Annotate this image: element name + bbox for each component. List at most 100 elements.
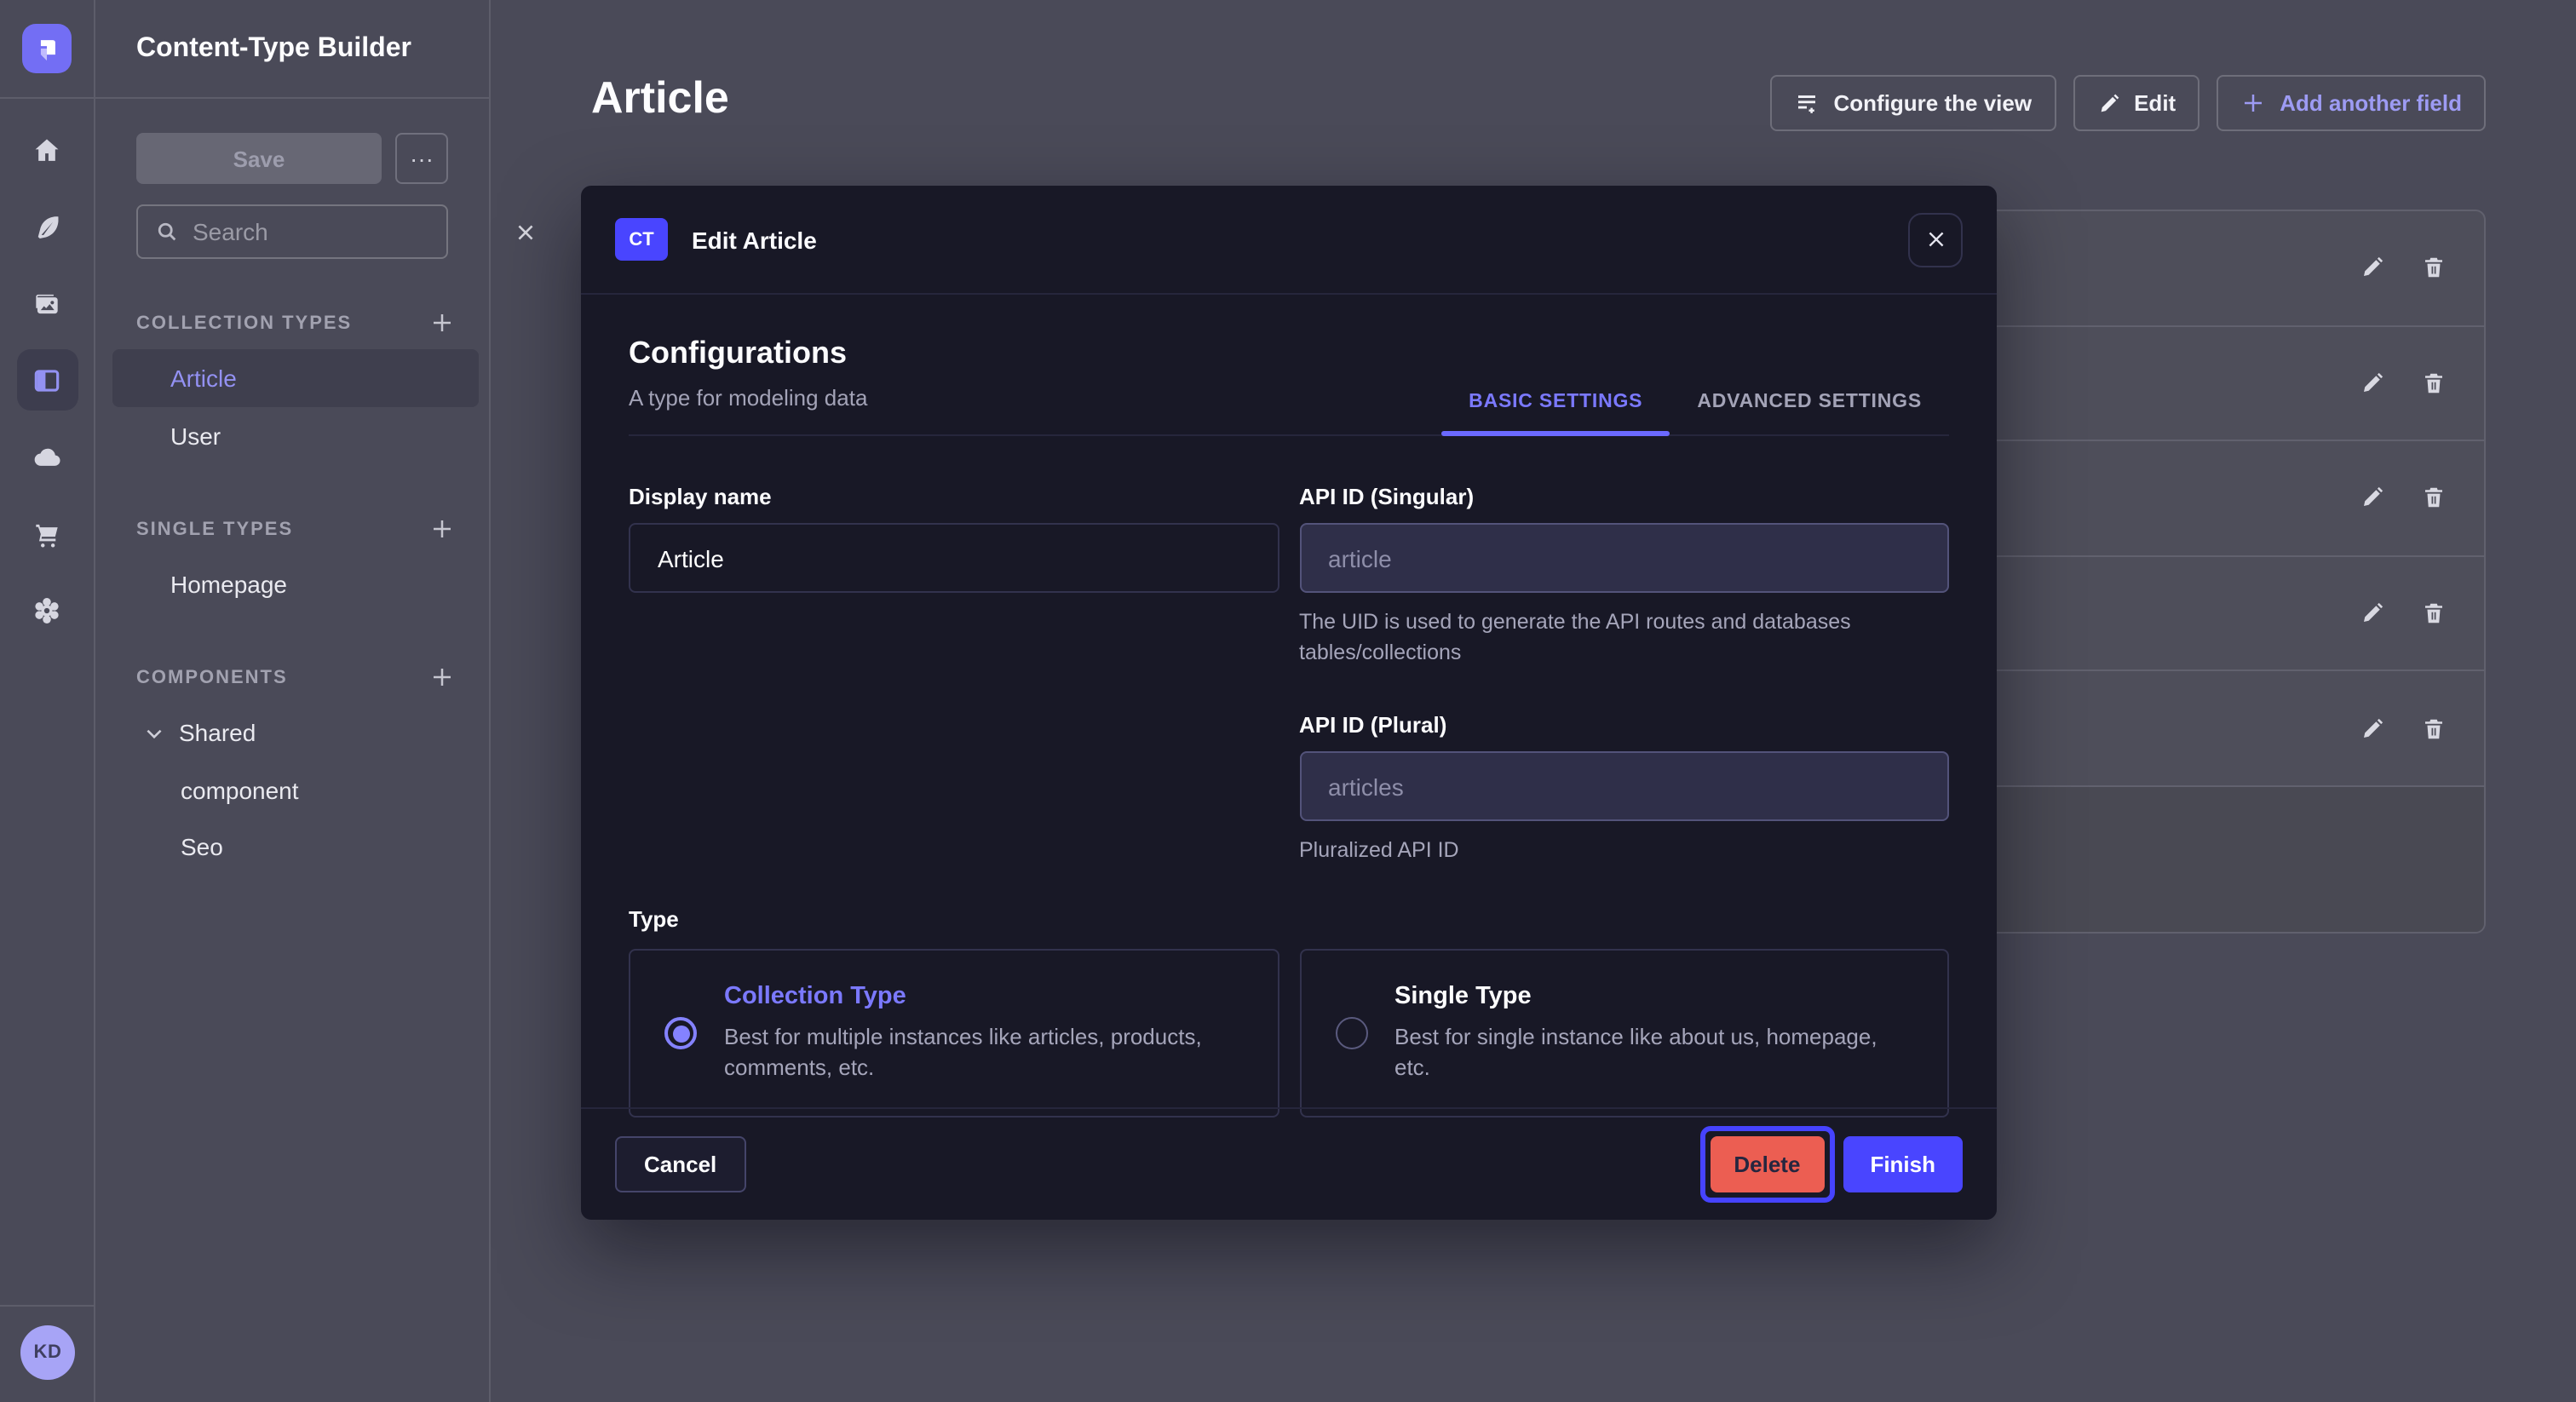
search-icon xyxy=(155,220,179,244)
collection-type-title: Collection Type xyxy=(724,982,1243,1009)
pencil-icon xyxy=(2096,91,2120,115)
sidebar-divider xyxy=(0,1305,95,1307)
type-label: Type xyxy=(629,907,1949,933)
api-id-singular-field-group: API ID (Singular) The UID is used to gen… xyxy=(1299,484,1949,669)
api-id-singular-hint: The UID is used to generate the API rout… xyxy=(1299,606,1949,669)
delete-button-wrapper: Delete xyxy=(1710,1136,1824,1192)
modal-footer: Cancel Delete Finish xyxy=(581,1107,1997,1220)
pencil-icon[interactable] xyxy=(2360,486,2385,511)
feather-icon[interactable] xyxy=(16,196,78,257)
configurations-header: Configurations A type for modeling data … xyxy=(629,336,1949,436)
page-title: Article xyxy=(591,72,729,124)
strapi-logo-icon[interactable] xyxy=(22,24,72,73)
type-section: Type Collection Type Best for multiple i… xyxy=(629,907,1949,1118)
sidebar-item-component[interactable]: component xyxy=(95,761,489,818)
edit-button[interactable]: Edit xyxy=(2073,75,2199,131)
components-section: COMPONENTS Shared component Seo xyxy=(95,664,489,874)
cloud-icon[interactable] xyxy=(16,426,78,487)
trash-icon[interactable] xyxy=(2421,715,2447,741)
user-avatar[interactable]: KD xyxy=(20,1325,75,1380)
edit-content-type-modal: CT Edit Article Configurations A type fo… xyxy=(581,186,1997,1220)
modal-title: Edit Article xyxy=(692,226,817,253)
collection-type-description: Best for multiple instances like article… xyxy=(724,1021,1243,1085)
app-nav xyxy=(0,99,94,641)
collection-types-heading: COLLECTION TYPES xyxy=(136,313,352,333)
ellipsis-icon: ··· xyxy=(410,147,434,170)
home-icon[interactable] xyxy=(16,119,78,181)
settings-tabs: BASIC SETTINGS ADVANCED SETTINGS xyxy=(1441,392,1949,434)
api-id-plural-label: API ID (Plural) xyxy=(1299,713,1949,738)
modal-header: CT Edit Article xyxy=(581,186,1997,295)
save-row: Save ··· xyxy=(136,133,448,184)
tab-advanced-settings[interactable]: ADVANCED SETTINGS xyxy=(1670,392,1949,434)
pencil-icon[interactable] xyxy=(2360,715,2385,741)
api-id-plural-field-group: API ID (Plural) Pluralized API ID xyxy=(1299,713,1949,866)
search-input[interactable] xyxy=(193,218,501,245)
pencil-icon[interactable] xyxy=(2360,600,2385,626)
configurations-title: Configurations xyxy=(629,336,867,371)
configure-view-label: Configure the view xyxy=(1834,90,2033,116)
trash-icon[interactable] xyxy=(2421,486,2447,511)
collection-types-section: COLLECTION TYPES Article User xyxy=(95,310,489,465)
pencil-icon[interactable] xyxy=(2360,256,2385,281)
trash-icon[interactable] xyxy=(2421,600,2447,626)
strapi-admin: KD Content-Type Builder Save ··· COLLECT… xyxy=(0,0,2576,1402)
radio-selected-icon[interactable] xyxy=(664,1018,697,1050)
cancel-button[interactable]: Cancel xyxy=(615,1136,745,1192)
close-modal-button[interactable] xyxy=(1908,212,1963,267)
collection-type-option[interactable]: Collection Type Best for multiple instan… xyxy=(629,950,1279,1118)
add-single-type-icon[interactable] xyxy=(429,516,455,542)
more-options-button[interactable]: ··· xyxy=(395,133,448,184)
sidebar-item-article[interactable]: Article xyxy=(112,349,479,407)
configure-view-button[interactable]: Configure the view xyxy=(1771,75,2056,131)
chevron-down-icon xyxy=(143,721,165,744)
delete-button[interactable]: Delete xyxy=(1710,1136,1824,1192)
components-heading: COMPONENTS xyxy=(136,667,288,687)
app-sidebar: KD xyxy=(0,0,95,1402)
sidebar-item-seo[interactable]: Seo xyxy=(95,818,489,874)
pencil-icon[interactable] xyxy=(2360,371,2385,396)
sidebar-item-homepage[interactable]: Homepage xyxy=(95,555,489,613)
api-id-singular-input[interactable] xyxy=(1299,523,1949,593)
single-type-title: Single Type xyxy=(1394,982,1913,1009)
radio-unselected-icon[interactable] xyxy=(1335,1018,1367,1050)
component-group-shared[interactable]: Shared xyxy=(95,704,489,761)
trash-icon[interactable] xyxy=(2421,371,2447,396)
finish-button[interactable]: Finish xyxy=(1843,1136,1963,1192)
builder-sidebar: Content-Type Builder Save ··· COLLECTION… xyxy=(95,0,491,1402)
display-name-field-group: Display name xyxy=(629,484,1279,669)
api-id-plural-input[interactable] xyxy=(1299,752,1949,822)
gear-icon[interactable] xyxy=(16,579,78,641)
add-another-field-label: Add another field xyxy=(2280,90,2462,116)
cart-icon[interactable] xyxy=(16,503,78,564)
single-types-section: SINGLE TYPES Homepage xyxy=(95,516,489,613)
app-logo-area xyxy=(0,0,94,99)
edit-button-label: Edit xyxy=(2134,90,2176,116)
single-type-description: Best for single instance like about us, … xyxy=(1394,1021,1913,1085)
search-box xyxy=(136,204,448,259)
trash-icon[interactable] xyxy=(2421,256,2447,281)
add-component-icon[interactable] xyxy=(429,664,455,690)
content-type-builder-icon[interactable] xyxy=(16,349,78,411)
add-another-field-button[interactable]: Add another field xyxy=(2217,75,2486,131)
configurations-subtitle: A type for modeling data xyxy=(629,385,867,411)
content-type-badge: CT xyxy=(615,218,668,261)
tab-basic-settings[interactable]: BASIC SETTINGS xyxy=(1441,392,1670,434)
display-name-input[interactable] xyxy=(629,523,1279,593)
configure-list-icon xyxy=(1795,90,1820,116)
component-group-label: Shared xyxy=(179,719,256,746)
single-type-option[interactable]: Single Type Best for single instance lik… xyxy=(1299,950,1949,1118)
media-library-icon[interactable] xyxy=(16,273,78,334)
modal-body: Configurations A type for modeling data … xyxy=(581,295,1997,1118)
display-name-label: Display name xyxy=(629,484,1279,509)
sidebar-item-user[interactable]: User xyxy=(95,407,489,465)
single-types-heading: SINGLE TYPES xyxy=(136,519,293,539)
builder-sidebar-title: Content-Type Builder xyxy=(95,0,489,99)
plus-icon xyxy=(2240,90,2266,116)
api-id-plural-hint: Pluralized API ID xyxy=(1299,836,1949,866)
header-actions: Configure the view Edit Add another fiel… xyxy=(1771,75,2487,131)
clear-search-icon[interactable] xyxy=(515,221,537,243)
save-button[interactable]: Save xyxy=(136,133,382,184)
settings-form: Display name API ID (Singular) The UID i… xyxy=(629,484,1949,866)
add-collection-type-icon[interactable] xyxy=(429,310,455,336)
